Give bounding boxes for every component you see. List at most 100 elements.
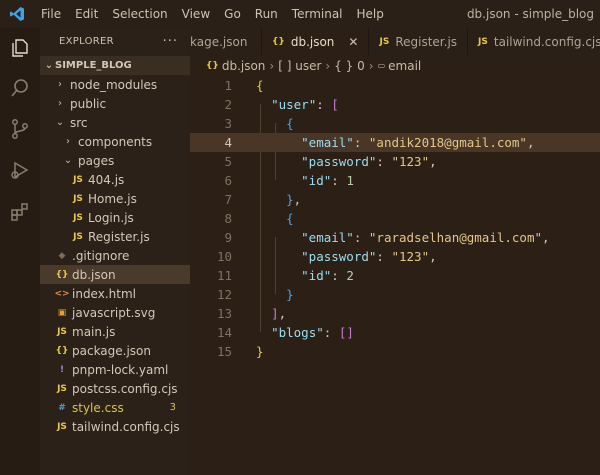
tree-item-style-css[interactable]: # style.css 3 xyxy=(40,398,190,417)
js-file-icon: JS xyxy=(73,212,83,223)
search-icon[interactable] xyxy=(6,74,34,102)
code-text: "email": "raradselhan@gmail.com", xyxy=(301,230,550,245)
code-text: "blogs": [] xyxy=(271,325,354,340)
code-text: }, xyxy=(286,192,302,207)
chevron-right-icon: › xyxy=(269,58,275,73)
tab-register-js[interactable]: JS Register.js xyxy=(369,28,469,55)
line-number: 5 xyxy=(224,154,232,169)
code-editor[interactable]: 1{2 "user": [3 {4 "email": "andik2018@gm… xyxy=(190,76,600,475)
yaml-file-icon: ! xyxy=(59,364,65,375)
tree-item-label: package.json xyxy=(72,343,152,358)
tree-item-pages[interactable]: ⌄ pages xyxy=(40,151,190,170)
code-text: { xyxy=(286,211,294,226)
tree-item-components[interactable]: › components xyxy=(40,132,190,151)
js-file-icon: JS xyxy=(73,193,83,204)
tree-item-gitignore[interactable]: ◆ .gitignore xyxy=(40,246,190,265)
close-icon[interactable]: ✕ xyxy=(348,35,358,49)
line-number: 15 xyxy=(216,344,232,359)
chevron-right-icon: › xyxy=(368,58,374,73)
code-line: 14 "blogs": [] xyxy=(190,323,600,342)
menu-selection[interactable]: Selection xyxy=(105,0,174,28)
code-line: 10 "password": "123", xyxy=(190,247,600,266)
menu-go[interactable]: Go xyxy=(217,0,248,28)
workspace-root[interactable]: ⌄ SIMPLE_BLOG xyxy=(40,56,190,75)
breadcrumb-item[interactable]: { } 0 xyxy=(334,59,365,73)
css-file-icon: # xyxy=(58,402,66,413)
code-text: "id": 1 xyxy=(301,173,354,188)
code-text: "password": "123", xyxy=(301,154,437,169)
tree-item-pnpm-lock[interactable]: ! pnpm-lock.yaml xyxy=(40,360,190,379)
vscode-logo-icon xyxy=(0,0,34,28)
tab-package-json[interactable]: kage.json xyxy=(190,28,262,55)
code-text: { xyxy=(256,78,264,93)
explorer-sidebar: EXPLORER ··· ⌄ SIMPLE_BLOG › node_module… xyxy=(40,28,190,475)
code-line: 1{ xyxy=(190,76,600,95)
tree-item-src[interactable]: ⌄ src xyxy=(40,113,190,132)
tree-item-login-js[interactable]: JS Login.js xyxy=(40,208,190,227)
tree-item-db-json[interactable]: {} db.json xyxy=(40,265,190,284)
menu-run[interactable]: Run xyxy=(248,0,285,28)
tree-item-label: main.js xyxy=(72,324,116,339)
menu-terminal[interactable]: Terminal xyxy=(285,0,350,28)
tree-item-label: pages xyxy=(78,153,115,168)
tree-item-home-js[interactable]: JS Home.js xyxy=(40,189,190,208)
tree-item-label: style.css xyxy=(72,400,124,415)
string-icon: ▭ xyxy=(377,61,386,70)
tree-item-javascript-svg[interactable]: ▣ javascript.svg xyxy=(40,303,190,322)
extensions-icon[interactable] xyxy=(6,198,34,226)
menu-view[interactable]: View xyxy=(175,0,217,28)
chevron-down-icon: ⌄ xyxy=(44,60,54,71)
code-text: "password": "123", xyxy=(301,249,437,264)
breadcrumb-item[interactable]: email xyxy=(388,59,421,73)
code-line: 15} xyxy=(190,342,600,361)
tree-item-tailwind-config[interactable]: JS tailwind.config.cjs xyxy=(40,417,190,436)
editor-tabs: kage.json {} db.json ✕ JS Register.js JS… xyxy=(190,28,600,55)
breadcrumb-item[interactable]: [ ] user xyxy=(278,59,321,73)
line-number: 11 xyxy=(216,268,232,283)
code-line: 9 "email": "raradselhan@gmail.com", xyxy=(190,228,600,247)
more-actions-icon[interactable]: ··· xyxy=(163,34,178,49)
chevron-right-icon: › xyxy=(325,58,331,73)
tree-item-404-js[interactable]: JS 404.js xyxy=(40,170,190,189)
tree-item-register-js[interactable]: JS Register.js xyxy=(40,227,190,246)
line-number: 4 xyxy=(224,135,232,150)
menu-help[interactable]: Help xyxy=(350,0,391,28)
tab-db-json[interactable]: {} db.json ✕ xyxy=(262,28,370,55)
code-text: "id": 2 xyxy=(301,268,354,283)
title-bar: File Edit Selection View Go Run Terminal… xyxy=(0,0,600,28)
breadcrumb-item[interactable]: db.json xyxy=(222,59,266,73)
code-line: 4 "email": "andik2018@gmail.com", xyxy=(190,133,600,152)
tree-item-label: components xyxy=(78,134,153,149)
tree-item-package-json[interactable]: {} package.json xyxy=(40,341,190,360)
tree-item-label: node_modules xyxy=(70,77,158,92)
menu-file[interactable]: File xyxy=(34,0,68,28)
code-line: 2 "user": [ xyxy=(190,95,600,114)
tree-item-main-js[interactable]: JS main.js xyxy=(40,322,190,341)
tree-item-label: .gitignore xyxy=(72,248,130,263)
tree-item-public[interactable]: › public xyxy=(40,94,190,113)
chevron-right-icon: › xyxy=(58,98,62,109)
html-file-icon: <> xyxy=(54,288,70,299)
js-file-icon: JS xyxy=(73,174,83,185)
line-number: 12 xyxy=(216,287,232,302)
code-line: 5 "password": "123", xyxy=(190,152,600,171)
tree-item-postcss-config[interactable]: JS postcss.config.cjs xyxy=(40,379,190,398)
menu-bar: File Edit Selection View Go Run Terminal… xyxy=(34,0,391,28)
tab-tailwind-config[interactable]: JS tailwind.config.cjs xyxy=(468,28,600,55)
tree-item-node-modules[interactable]: › node_modules xyxy=(40,75,190,94)
code-line: 8 { xyxy=(190,209,600,228)
line-number: 9 xyxy=(224,230,232,245)
line-number: 8 xyxy=(224,211,232,226)
tree-item-index-html[interactable]: <> index.html xyxy=(40,284,190,303)
run-debug-icon[interactable] xyxy=(6,156,34,184)
source-control-icon[interactable] xyxy=(6,115,34,143)
tree-item-label: postcss.config.cjs xyxy=(72,381,178,396)
js-file-icon: JS xyxy=(73,231,83,242)
explorer-files-icon[interactable] xyxy=(6,34,34,62)
menu-edit[interactable]: Edit xyxy=(68,0,105,28)
json-file-icon: {} xyxy=(55,345,69,356)
code-line: 7 }, xyxy=(190,190,600,209)
tree-item-label: 404.js xyxy=(88,172,125,187)
problems-badge: 3 xyxy=(169,402,176,413)
breadcrumb: {} db.json › [ ] user › { } 0 › ▭ email xyxy=(190,55,600,76)
